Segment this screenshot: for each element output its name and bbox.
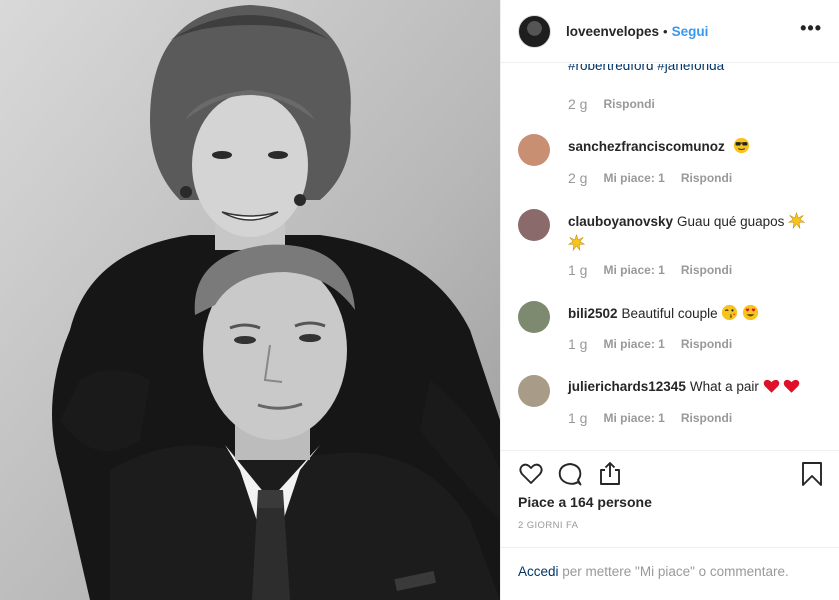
follow-button[interactable]: Segui [672,24,709,39]
header-separator: • [663,23,668,39]
commenter-avatar[interactable] [518,375,550,407]
comment-likes[interactable]: Mi piace: 1 [603,337,664,351]
comment-likes[interactable]: Mi piace: 1 [603,171,664,185]
comment-age[interactable]: 2 g [568,170,587,186]
comment-reply-button[interactable]: Rispondi [681,263,732,277]
comment-text: sanchezfranciscomunoz [568,137,823,159]
post-timestamp[interactable]: 2 GIORNI FA [518,520,578,531]
login-link[interactable]: Accedi [518,564,559,579]
red-heart-emoji [783,378,800,399]
red-heart-emoji [763,378,780,399]
commenter-avatar[interactable] [518,301,550,333]
comment-likes[interactable]: Mi piace: 1 [603,411,664,425]
comment-text: clauboyanovsky Guau qué guapos [567,212,823,256]
comment-reply-button[interactable]: Rispondi [681,337,732,351]
heart-eyes-emoji [742,304,759,326]
comment-message: What a pair [689,379,763,394]
sparkle-star-emoji [567,234,586,256]
comment-text: bili2502 Beautiful couple [568,304,823,326]
comment-reply-button[interactable]: Rispondi [681,411,732,425]
comment-reply-button[interactable]: Rispondi [681,171,732,185]
caption-hashtags[interactable]: #robertredford #janefonda [568,64,724,73]
post-header: loveenvelopes • Segui ••• [501,0,839,63]
comment-age[interactable]: 1 g [568,262,587,278]
comment-meta: 1 g Mi piace: 1 Rispondi [568,336,732,352]
sparkle-star-emoji [788,212,806,234]
post-photo [0,0,500,600]
more-options-icon[interactable]: ••• [800,18,822,39]
comment-age[interactable]: 1 g [568,336,587,352]
comment-age[interactable]: 1 g [568,410,587,426]
likes-count[interactable]: Piace a 164 persone [518,494,652,510]
sunglasses-emoji [733,137,750,159]
post-photo-image [0,0,500,600]
commenter-username[interactable]: julierichards12345 [568,379,686,394]
commenter-username[interactable]: clauboyanovsky [568,214,673,229]
speech-bubble-icon[interactable] [557,461,583,492]
share-upload-icon[interactable] [597,461,623,492]
comment-text: julierichards12345 What a pair [568,378,823,399]
comment-meta: 1 g Mi piace: 1 Rispondi [568,410,732,426]
comment-meta: 2 g Mi piace: 1 Rispondi [568,170,732,186]
login-prompt-text: per mettere "Mi piace" o commentare. [558,564,789,579]
commenter-username[interactable]: bili2502 [568,306,618,321]
caption-meta: 2 g Rispondi [568,96,655,112]
commenter-username[interactable]: sanchezfranciscomunoz [568,139,725,154]
post-details-panel: loveenvelopes • Segui ••• #robertredford… [500,0,839,600]
commenter-avatar[interactable] [518,209,550,241]
comment-message: Guau qué guapos [677,214,789,229]
caption-age[interactable]: 2 g [568,96,587,112]
caption-reply-button[interactable]: Rispondi [603,97,654,111]
post-actions-bar [501,450,839,500]
bookmark-icon[interactable] [800,461,824,492]
author-username[interactable]: loveenvelopes [566,24,659,39]
comment-likes[interactable]: Mi piace: 1 [603,263,664,277]
login-prompt: Accedi per mettere "Mi piace" o commenta… [501,547,839,600]
author-avatar[interactable] [518,14,551,48]
commenter-avatar[interactable] [518,134,550,166]
comments-list[interactable]: #robertredford #janefonda 2 g Rispondi s… [501,64,839,449]
comment-meta: 1 g Mi piace: 1 Rispondi [568,262,732,278]
heart-outline-icon[interactable] [518,461,544,492]
comment-message: Beautiful couple [621,306,722,321]
kiss-wink-emoji [721,304,738,326]
